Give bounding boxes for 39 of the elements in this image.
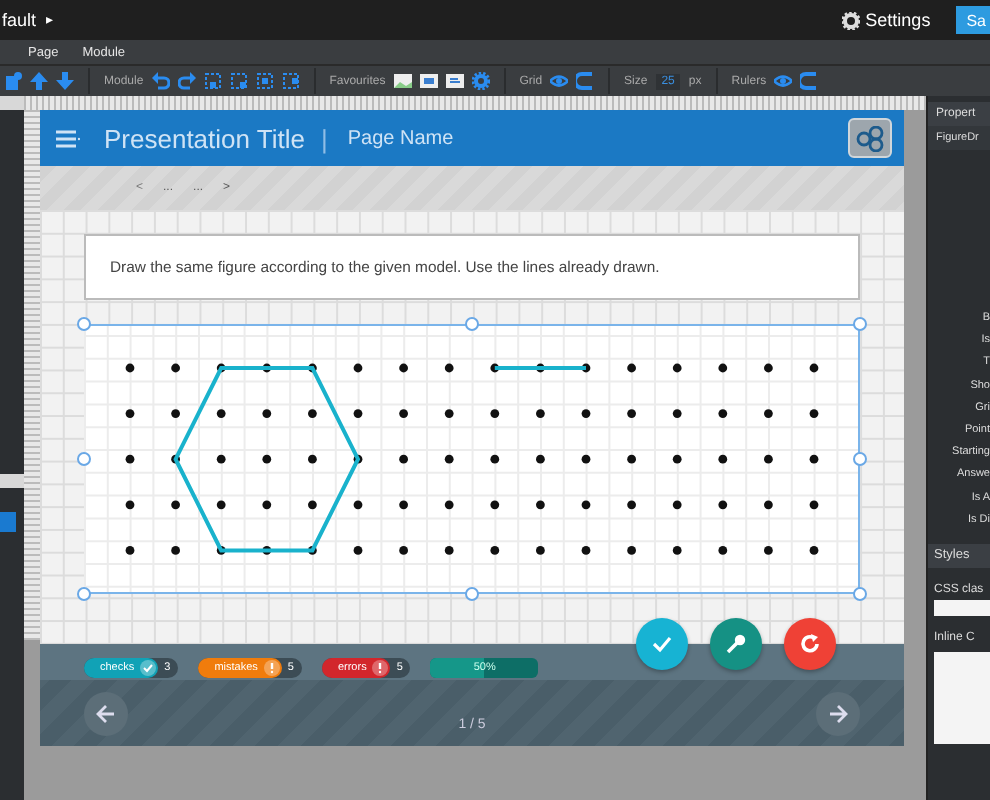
menu-icon[interactable] [56, 129, 80, 147]
reset-icon [798, 632, 822, 656]
arrow-icon[interactable] [96, 703, 116, 723]
key-icon [724, 632, 748, 656]
settings-link[interactable]: Settings [865, 10, 931, 30]
redo-icon[interactable] [177, 72, 196, 90]
layout-icon[interactable] [255, 72, 274, 90]
eye-icon[interactable] [774, 72, 793, 90]
inline-css-field[interactable] [934, 651, 990, 744]
magnet-icon[interactable] [576, 72, 595, 90]
arrow-up-icon[interactable] [30, 72, 48, 90]
settings-icon [841, 11, 860, 29]
image-icon[interactable] [393, 72, 412, 90]
settings-icon[interactable] [471, 72, 490, 90]
add-page-icon[interactable] [4, 72, 22, 90]
image-icon[interactable] [419, 72, 438, 90]
text-icon[interactable] [445, 72, 464, 90]
next-button[interactable] [816, 691, 860, 735]
css-class-field[interactable] [934, 599, 990, 616]
previous-button[interactable] [84, 691, 128, 735]
project-name[interactable]: fault [2, 10, 37, 30]
share-icon [856, 125, 884, 151]
layout-icon[interactable] [229, 72, 248, 90]
undo-icon[interactable] [151, 72, 170, 90]
layout-icon[interactable] [203, 72, 222, 90]
magnet-icon[interactable] [800, 72, 819, 90]
share-button[interactable] [848, 118, 892, 158]
eye-icon[interactable] [550, 72, 569, 90]
drawn-line [494, 366, 586, 370]
warning-icon [263, 659, 280, 675]
page-name: Page Name [347, 127, 456, 149]
title-separator: | [320, 123, 328, 153]
presentation-title: Presentation Title [104, 123, 305, 153]
check-icon [140, 659, 157, 675]
layout-icon[interactable] [281, 72, 300, 90]
warning-icon [372, 659, 389, 675]
arrow-icon[interactable] [828, 703, 848, 723]
arrow-down-icon[interactable] [56, 72, 74, 90]
check-icon [650, 632, 674, 656]
